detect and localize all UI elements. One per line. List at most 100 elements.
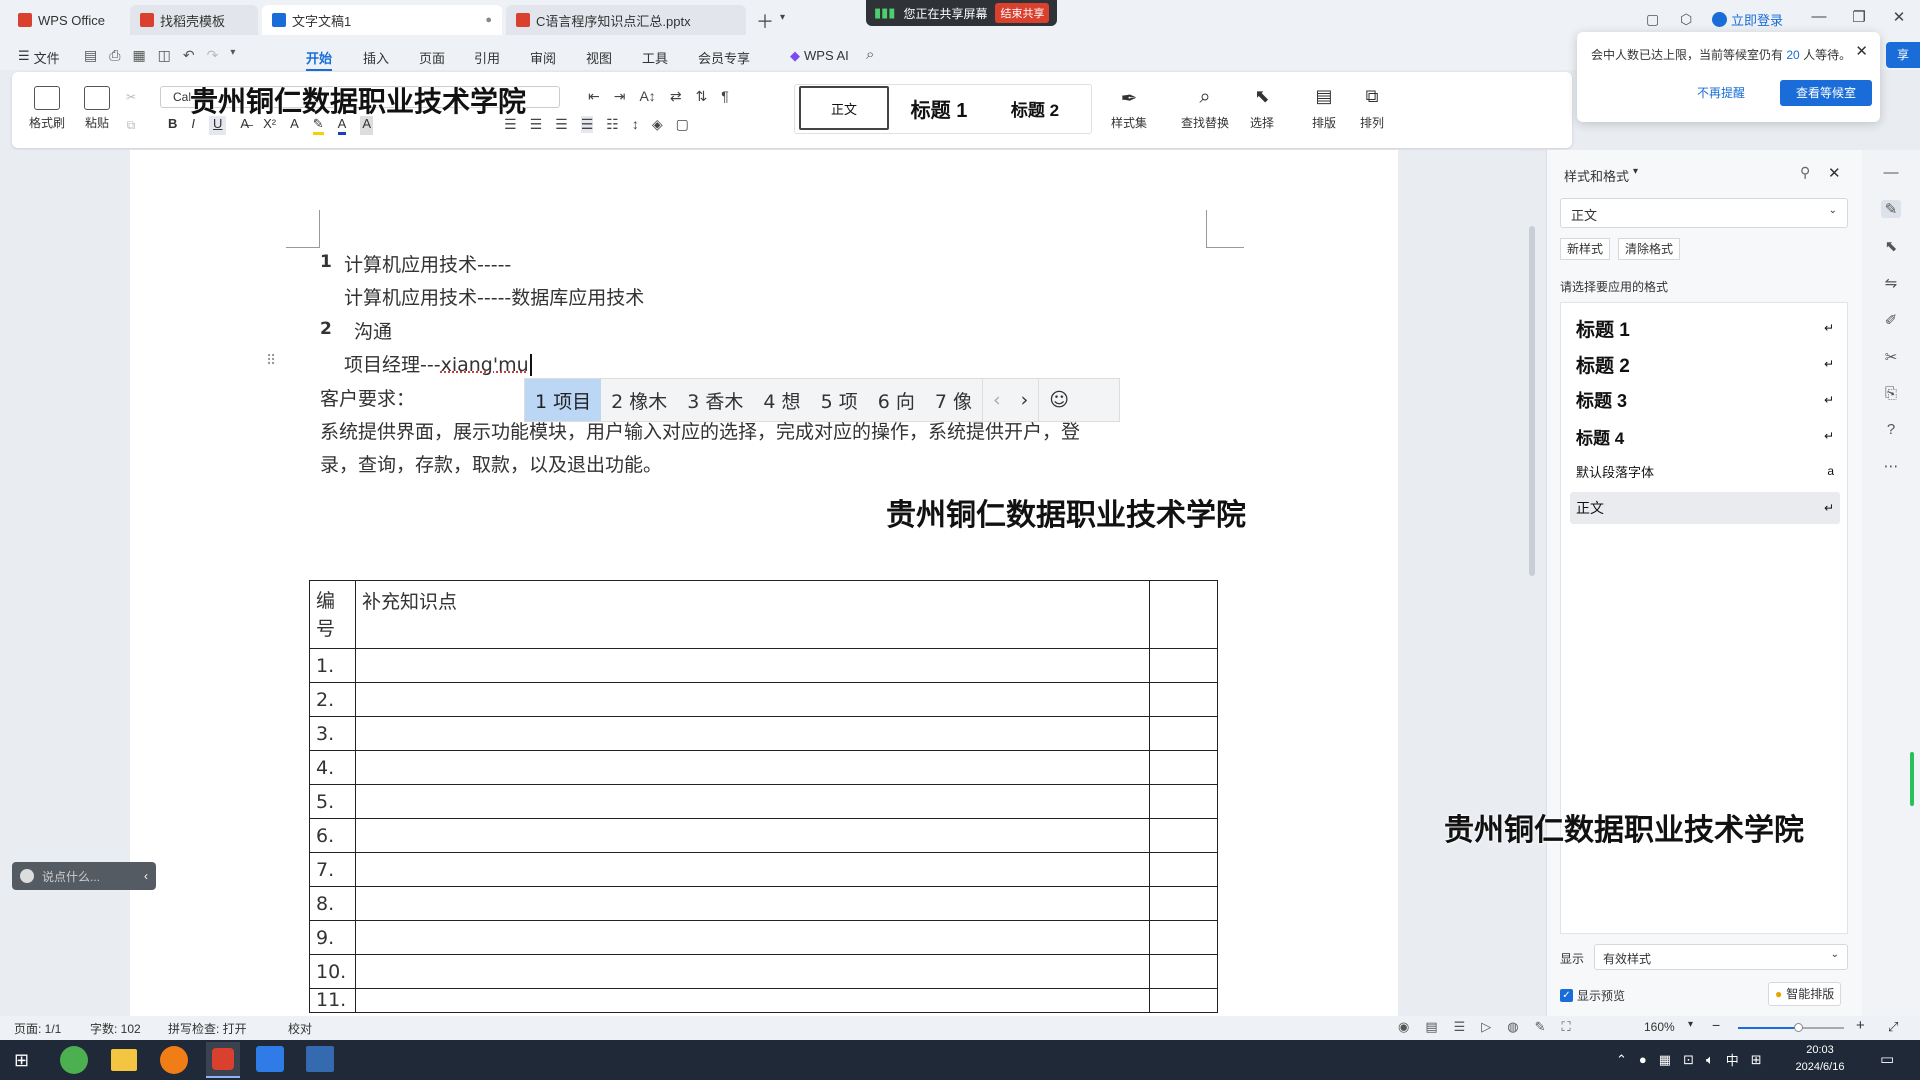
table-cell[interactable] bbox=[1149, 682, 1218, 717]
format-painter-button[interactable]: 格式刷 bbox=[26, 86, 68, 131]
bold-icon[interactable]: B bbox=[168, 116, 177, 135]
zoom-level[interactable]: 160% bbox=[1644, 1020, 1675, 1034]
collapse-icon[interactable]: — bbox=[1884, 164, 1899, 181]
login-button[interactable]: 立即登录 bbox=[1712, 10, 1783, 29]
table-cell[interactable] bbox=[355, 818, 1150, 853]
select-button[interactable]: ⬉ 选择 bbox=[1240, 86, 1284, 131]
proofread-button[interactable]: 校对 bbox=[288, 1020, 312, 1037]
close-window-icon[interactable]: ✕ bbox=[1884, 8, 1914, 26]
cube-icon[interactable]: ⬡ bbox=[1680, 11, 1692, 28]
more-chevron-icon[interactable]: ▾ bbox=[230, 47, 235, 64]
notification-icon[interactable]: ▭ bbox=[1880, 1050, 1894, 1068]
select-cursor-icon[interactable]: ⬉ bbox=[1885, 237, 1898, 255]
ime-candidate[interactable]: 3 香木 bbox=[677, 379, 753, 421]
ime-candidate[interactable]: 1 项目 bbox=[525, 379, 602, 421]
table-cell[interactable] bbox=[1149, 886, 1218, 921]
table-cell[interactable] bbox=[1149, 988, 1218, 1013]
line-spacing-icon[interactable]: ↕ bbox=[632, 116, 639, 133]
ime-candidate[interactable]: 6 向 bbox=[868, 379, 925, 421]
word-count[interactable]: 字数: 102 bbox=[90, 1020, 141, 1037]
tab-list-chevron-icon[interactable]: ▾ bbox=[780, 12, 785, 23]
style-normal[interactable]: 正文 bbox=[799, 86, 889, 130]
close-panel-icon[interactable]: ✕ bbox=[1828, 164, 1841, 182]
scrollbar-thumb[interactable] bbox=[1529, 226, 1535, 576]
pen-icon[interactable]: ✎ bbox=[1535, 1019, 1546, 1035]
table-cell[interactable] bbox=[355, 988, 1150, 1013]
ime-candidate[interactable]: 4 想 bbox=[753, 379, 810, 421]
adjust-icon[interactable]: ⇋ bbox=[1885, 274, 1898, 292]
tab-wps-office[interactable]: WPS Office bbox=[8, 5, 126, 35]
table-header-cell[interactable] bbox=[1149, 580, 1218, 649]
decrease-indent-icon[interactable]: ⇤ bbox=[588, 88, 600, 105]
justify-icon[interactable]: ☰ bbox=[580, 116, 594, 133]
table-cell[interactable]: 3. bbox=[309, 716, 356, 751]
table-cell[interactable] bbox=[1149, 852, 1218, 887]
wps-ai-button[interactable]: ◆ WPS AI bbox=[790, 48, 849, 64]
menu-home[interactable]: 开始 bbox=[306, 48, 333, 71]
char-spacing-icon[interactable]: A↕ bbox=[639, 88, 655, 105]
arrange-button[interactable]: ⧉ 排列 bbox=[1352, 86, 1392, 131]
table-cell[interactable]: 6. bbox=[309, 818, 356, 853]
table-cell[interactable] bbox=[355, 648, 1150, 683]
new-tab-icon[interactable]: ＋ bbox=[756, 8, 774, 34]
show-marks-icon[interactable]: ¶ bbox=[721, 88, 729, 105]
page-count[interactable]: 页面: 1/1 bbox=[14, 1020, 61, 1037]
menu-member[interactable]: 会员专享 bbox=[698, 48, 750, 67]
undo-icon[interactable]: ↶ bbox=[183, 47, 195, 64]
table-cell[interactable] bbox=[355, 852, 1150, 887]
table-cell[interactable] bbox=[1149, 920, 1218, 955]
browser-360-icon[interactable] bbox=[60, 1046, 88, 1074]
menu-page[interactable]: 页面 bbox=[419, 48, 445, 67]
ime-lang-indicator[interactable]: 中 bbox=[1726, 1050, 1739, 1069]
table-cell[interactable] bbox=[355, 716, 1150, 751]
devcpp-icon[interactable] bbox=[306, 1046, 334, 1072]
current-style-select[interactable]: 正文 ⌄ bbox=[1560, 198, 1848, 228]
style-list-item[interactable]: 标题 2 ↵ bbox=[1570, 348, 1840, 380]
tools-icon[interactable]: ✂ bbox=[1885, 348, 1898, 366]
show-filter-select[interactable]: 有效样式 ⌄ bbox=[1594, 944, 1848, 970]
restore-icon[interactable]: ❐ bbox=[1844, 8, 1874, 26]
table-cell[interactable]: 5. bbox=[309, 784, 356, 819]
drag-handle-icon[interactable]: ⠿ bbox=[266, 352, 276, 369]
app-grid-tray-icon[interactable]: ▦ bbox=[1659, 1052, 1671, 1068]
print-icon[interactable]: ▦ bbox=[132, 47, 145, 64]
print-preview-icon[interactable]: ◫ bbox=[158, 47, 171, 64]
app-orange-icon[interactable] bbox=[160, 1046, 188, 1074]
zoom-in-icon[interactable]: + bbox=[1856, 1017, 1865, 1034]
table-cell[interactable] bbox=[355, 920, 1150, 955]
export-icon[interactable]: ⎙ bbox=[109, 47, 120, 64]
collapse-chevron-icon[interactable]: ‹ bbox=[144, 869, 148, 883]
border-icon[interactable]: ▢ bbox=[676, 116, 689, 133]
tab-docer[interactable]: 找稻壳模板 bbox=[130, 5, 258, 35]
window-mode-icon[interactable]: ▢ bbox=[1646, 11, 1659, 28]
table-cell[interactable] bbox=[1149, 954, 1218, 989]
table-cell[interactable] bbox=[355, 886, 1150, 921]
web-view-icon[interactable]: ◍ bbox=[1507, 1019, 1518, 1035]
tab-writer-doc[interactable]: 文字文稿1 ● bbox=[262, 5, 502, 35]
file-explorer-icon[interactable] bbox=[111, 1049, 137, 1071]
table-cell[interactable]: 7. bbox=[309, 852, 356, 887]
tab-dot-icon[interactable]: ● bbox=[485, 14, 492, 26]
table-cell[interactable] bbox=[1149, 784, 1218, 819]
spell-check-status[interactable]: 拼写检查: 打开 bbox=[168, 1020, 247, 1037]
eye-icon[interactable]: ◉ bbox=[1398, 1019, 1409, 1035]
table-cell[interactable] bbox=[1149, 818, 1218, 853]
style-set-button[interactable]: ✒ 样式集 bbox=[1104, 86, 1154, 131]
zoom-out-icon[interactable]: − bbox=[1712, 1017, 1720, 1033]
table-cell[interactable] bbox=[355, 682, 1150, 717]
play-icon[interactable]: ▷ bbox=[1481, 1019, 1491, 1035]
ime-prev-icon[interactable]: ‹ bbox=[981, 379, 1011, 421]
table-cell[interactable]: 11. bbox=[309, 988, 356, 1013]
align-center-icon[interactable]: ☰ bbox=[530, 116, 543, 133]
increase-indent-icon[interactable]: ⇥ bbox=[614, 88, 626, 105]
ime-candidate[interactable]: 7 像 bbox=[925, 379, 982, 421]
new-style-button[interactable]: 新样式 bbox=[1560, 238, 1611, 260]
doc-line-editing[interactable]: 项目经理---xiang'mu bbox=[344, 350, 532, 377]
page-view-icon[interactable]: ▤ bbox=[1425, 1019, 1437, 1035]
tray-expand-icon[interactable]: ⌃ bbox=[1616, 1052, 1627, 1068]
file-menu[interactable]: ☰ 文件 bbox=[18, 48, 60, 67]
style-list-item[interactable]: 标题 3 ↵ bbox=[1570, 384, 1840, 416]
text-direction-icon[interactable]: ⇄ bbox=[670, 88, 682, 105]
help-icon[interactable]: ? bbox=[1887, 421, 1895, 438]
style-brush-icon[interactable]: ✎ bbox=[1880, 200, 1902, 218]
